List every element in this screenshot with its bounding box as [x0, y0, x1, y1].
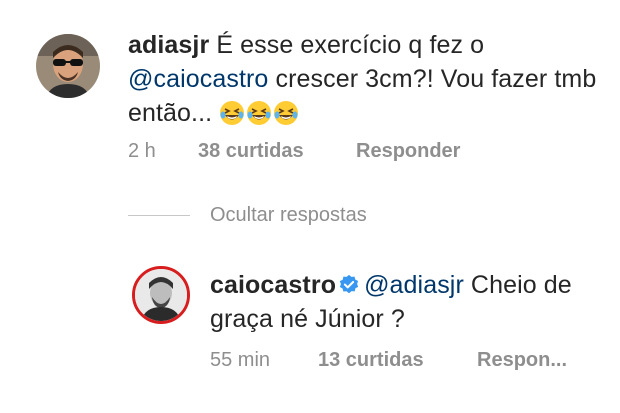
comment-username[interactable]: adiasjr — [128, 31, 209, 59]
avatar-caiocastro[interactable] — [132, 266, 190, 324]
reply-button[interactable]: Respon... — [477, 349, 567, 372]
avatar-adiasjr-image — [36, 34, 100, 98]
emoji-group — [219, 99, 300, 127]
grinning-squinting-tears-icon — [220, 101, 245, 125]
likes-count-button[interactable]: 38 curtidas — [198, 140, 304, 163]
comment-caiocastro: caiocastro @adiasjr Cheio de graça né Jún… — [210, 268, 610, 336]
likes-count-button[interactable]: 13 curtidas — [318, 349, 424, 372]
replies-divider-line — [128, 215, 190, 216]
avatar-adiasjr[interactable] — [36, 34, 100, 98]
grinning-squinting-tears-icon — [274, 101, 299, 125]
comment-adiasjr: adiasjr É esse exercício q fez o @caioca… — [128, 28, 598, 130]
comment-username[interactable]: caiocastro — [210, 271, 336, 299]
verified-badge-icon — [339, 274, 359, 294]
comment-text-part1: É esse exercício q fez o — [209, 31, 485, 59]
comment-timestamp: 55 min — [210, 349, 271, 371]
comment-timestamp: 2 h — [128, 140, 156, 162]
mention-link[interactable]: @caiocastro — [128, 65, 268, 93]
reply-button[interactable]: Responder — [356, 140, 460, 163]
avatar-caiocastro-image — [135, 269, 187, 321]
grinning-squinting-tears-icon — [247, 101, 272, 125]
hide-replies-button[interactable]: Ocultar respostas — [210, 204, 367, 227]
mention-link[interactable]: @adiasjr — [364, 271, 464, 299]
